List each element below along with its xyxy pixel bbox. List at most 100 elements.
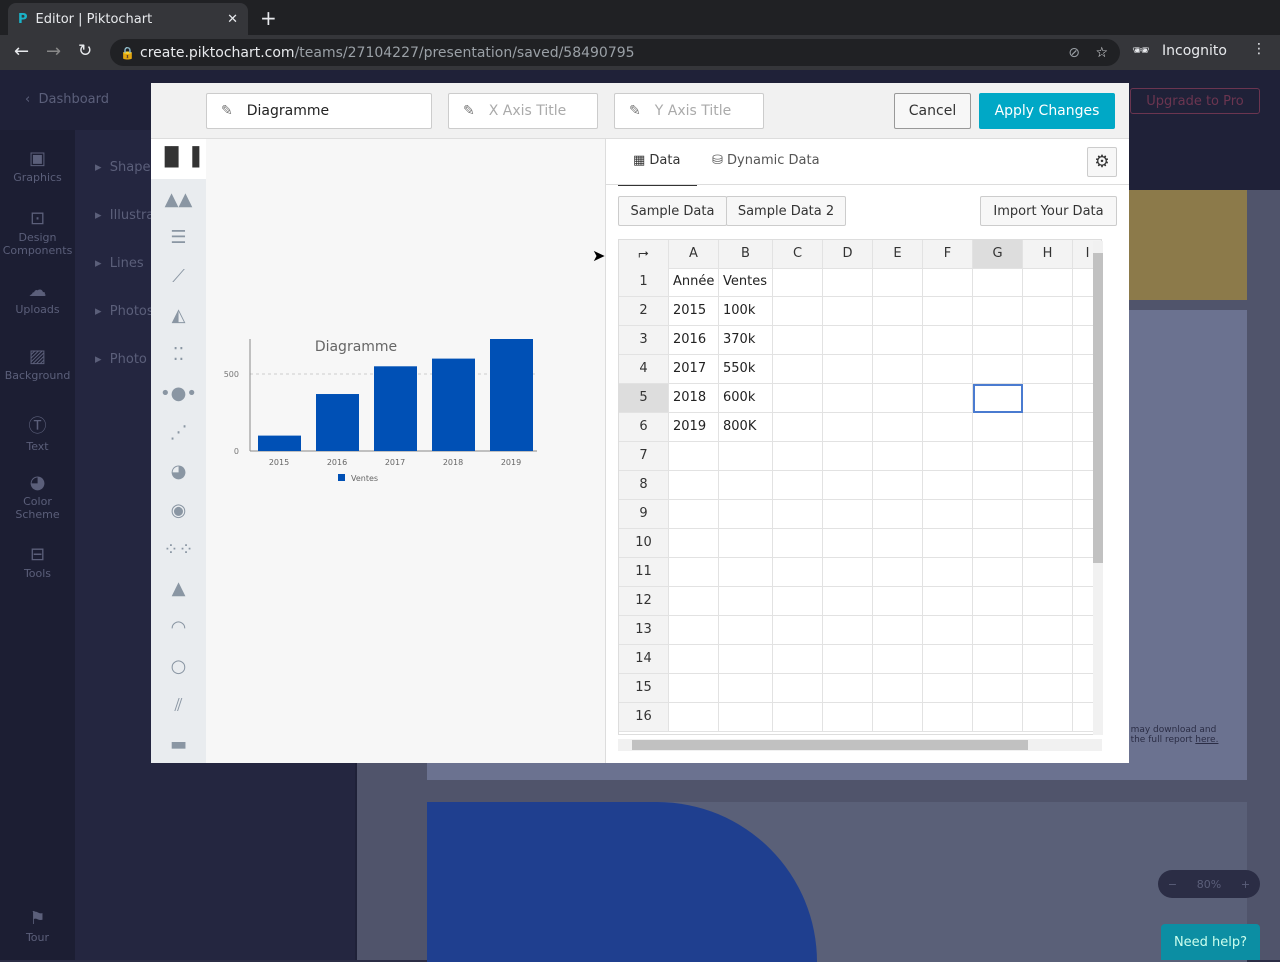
table-cell[interactable] [923,471,973,500]
table-cell[interactable] [823,297,873,326]
tab-dynamic-data[interactable]: ⛁ Dynamic Data [712,153,820,168]
table-cell[interactable] [923,268,973,297]
table-cell[interactable] [873,558,923,587]
table-cell[interactable] [973,413,1023,442]
table-cell[interactable] [873,616,923,645]
table-cell[interactable]: 2018 [669,384,719,413]
table-cell[interactable] [1023,297,1073,326]
table-cell[interactable] [873,703,923,732]
table-cell[interactable] [973,529,1023,558]
table-cell[interactable] [719,558,773,587]
row-header[interactable]: 3 [619,326,669,355]
table-cell[interactable] [923,355,973,384]
row-header[interactable]: 15 [619,674,669,703]
table-cell[interactable] [719,645,773,674]
progress-bars-icon[interactable]: ⫽ [151,695,206,716]
table-cell[interactable]: 550k [719,355,773,384]
table-cell[interactable] [923,500,973,529]
table-cell[interactable] [773,529,823,558]
table-cell[interactable] [669,645,719,674]
sidebar-item-background[interactable]: ▨ Background [0,346,75,382]
table-cell[interactable] [1023,326,1073,355]
row-header[interactable]: 4 [619,355,669,384]
table-cell[interactable] [1023,268,1073,297]
new-tab-button[interactable]: + [260,6,277,30]
flyout-shapes[interactable]: ▸ Shapes [95,160,157,175]
upgrade-button[interactable]: Upgrade to Pro [1130,88,1260,114]
table-cell[interactable] [719,442,773,471]
table-cell[interactable] [773,500,823,529]
table-cell[interactable] [1023,384,1073,413]
icon-matrix-icon[interactable]: ⁘⁘ [151,539,206,560]
table-cell[interactable] [1023,703,1073,732]
import-data-button[interactable]: Import Your Data [980,196,1117,226]
table-cell[interactable] [973,674,1023,703]
table-cell[interactable] [773,268,823,297]
table-cell[interactable] [669,442,719,471]
flyout-lines[interactable]: ▸ Lines [95,256,144,271]
table-cell[interactable] [1023,442,1073,471]
table-cell[interactable] [973,384,1023,413]
table-cell[interactable] [923,529,973,558]
table-cell[interactable] [923,616,973,645]
table-cell[interactable] [1023,529,1073,558]
progress-bar-icon[interactable]: ▬ [151,734,206,755]
table-cell[interactable]: 800K [719,413,773,442]
table-cell[interactable] [973,268,1023,297]
row-header[interactable]: 7 [619,442,669,471]
column-header[interactable]: F [923,240,973,269]
row-header[interactable]: 16 [619,703,669,732]
row-header[interactable]: 14 [619,645,669,674]
table-cell[interactable] [823,703,873,732]
bar-chart-icon[interactable]: ☰ [151,227,206,248]
table-cell[interactable] [1023,500,1073,529]
sidebar-item-tour[interactable]: ⚑ Tour [0,908,75,944]
x-axis-title-input[interactable]: ✎ X Axis Title [448,93,598,129]
table-cell[interactable] [923,558,973,587]
table-cell[interactable] [773,413,823,442]
table-cell[interactable] [719,674,773,703]
spreadsheet-grid[interactable]: ⮣ A B C D E F G H I 1 Année Ventes 2 2015 100k 3 2016 370k… [618,239,1102,735]
profile-label[interactable]: Incognito [1162,43,1227,59]
table-cell[interactable] [973,355,1023,384]
table-cell[interactable]: 2015 [669,297,719,326]
sidebar-item-design-components[interactable]: ⊡ Design Components [0,208,75,257]
table-cell[interactable]: 2017 [669,355,719,384]
table-cell[interactable] [773,297,823,326]
sample-data-button[interactable]: Sample Data [618,196,727,226]
column-header[interactable]: G [973,240,1023,269]
reload-icon[interactable]: ↻ [78,41,92,61]
cancel-button[interactable]: Cancel [894,93,971,129]
table-cell[interactable] [669,587,719,616]
bubble-icon[interactable]: •●• [151,383,206,404]
bookmark-star-icon[interactable]: ☆ [1095,45,1108,61]
row-header[interactable]: 9 [619,500,669,529]
row-header[interactable]: 12 [619,587,669,616]
table-cell[interactable] [823,558,873,587]
table-cell[interactable] [823,587,873,616]
sidebar-item-color-scheme[interactable]: ◕ Color Scheme [0,472,75,521]
back-icon[interactable]: ← [14,41,29,62]
table-cell[interactable] [823,645,873,674]
column-header[interactable]: E [873,240,923,269]
table-cell[interactable] [1023,355,1073,384]
horizontal-scrollbar[interactable] [618,739,1102,751]
table-cell[interactable]: Ventes [719,268,773,297]
sidebar-item-graphics[interactable]: ▣ Graphics [0,148,75,184]
row-header[interactable]: 13 [619,616,669,645]
row-header[interactable]: 6 [619,413,669,442]
table-cell[interactable] [719,471,773,500]
table-cell[interactable]: 100k [719,297,773,326]
table-cell[interactable] [1023,674,1073,703]
sidebar-item-uploads[interactable]: ☁ Uploads [0,280,75,316]
table-cell[interactable] [973,297,1023,326]
table-cell[interactable] [773,384,823,413]
table-cell[interactable] [719,500,773,529]
donut-chart-icon[interactable]: ◉ [151,500,206,521]
table-cell[interactable] [923,587,973,616]
table-cell[interactable] [823,674,873,703]
column-header[interactable]: B [719,240,773,269]
table-cell[interactable] [823,442,873,471]
line-chart-icon[interactable]: ⟋ [151,266,206,287]
close-tab-icon[interactable]: ✕ [227,12,238,27]
